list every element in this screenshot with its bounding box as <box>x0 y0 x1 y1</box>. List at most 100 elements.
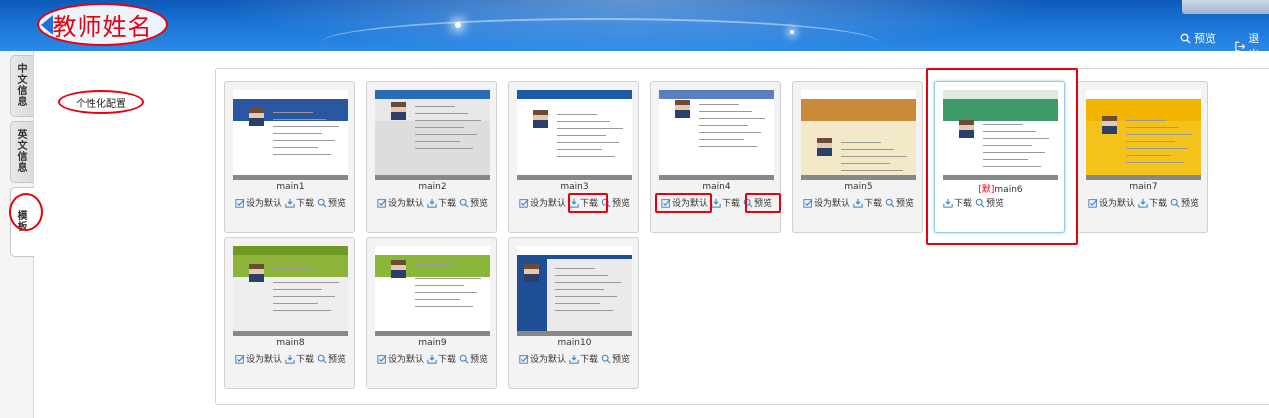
set-default-button[interactable]: 设为默认 <box>661 196 708 209</box>
set-default-button[interactable]: 设为默认 <box>235 196 282 209</box>
download-button[interactable]: 下载 <box>1138 196 1167 209</box>
template-card[interactable]: main10 设为默认 下载 预览 <box>508 237 639 389</box>
preview-button-label: 预览 <box>612 199 631 209</box>
download-button[interactable]: 下载 <box>569 352 598 365</box>
template-name: main7 <box>1078 182 1209 192</box>
page-title: 教师姓名 <box>52 13 153 41</box>
download-button[interactable]: 下载 <box>711 196 740 209</box>
avatar[interactable] <box>1182 0 1269 14</box>
preview-button[interactable]: 预览 <box>601 352 630 365</box>
template-thumbnail[interactable] <box>233 90 348 180</box>
template-thumbnail[interactable] <box>375 246 490 336</box>
template-card[interactable]: main9 设为默认 下载 预览 <box>366 237 497 389</box>
template-name: main9 <box>367 338 498 348</box>
template-thumbnail[interactable] <box>943 90 1058 180</box>
download-button[interactable]: 下载 <box>427 196 456 209</box>
tab-chinese-info[interactable]: 中文信息 <box>10 55 34 117</box>
download-icon <box>427 198 437 208</box>
preview-button-label: 预览 <box>470 355 489 365</box>
template-name: main3 <box>509 182 640 192</box>
template-name-label: main8 <box>276 338 305 348</box>
download-button-label: 下载 <box>721 199 740 209</box>
template-thumbnail[interactable] <box>1086 90 1201 180</box>
set-default-button[interactable]: 设为默认 <box>1088 196 1135 209</box>
set-default-button-label: 设为默认 <box>529 355 566 365</box>
preview-button[interactable]: 预览 <box>317 352 346 365</box>
download-button-label: 下载 <box>437 355 456 365</box>
template-actions: 设为默认 下载 预览 <box>225 352 356 365</box>
download-button[interactable]: 下载 <box>285 352 314 365</box>
template-name-label: main5 <box>844 182 873 192</box>
checkbox-icon <box>235 198 245 208</box>
set-default-button[interactable]: 设为默认 <box>519 352 566 365</box>
template-card[interactable]: [默]main6 下载 预览 <box>934 81 1065 233</box>
set-default-button[interactable]: 设为默认 <box>519 196 566 209</box>
download-button[interactable]: 下载 <box>943 196 972 209</box>
download-icon <box>569 354 579 364</box>
template-thumbnail[interactable] <box>375 90 490 180</box>
logout-link[interactable]: 退出 <box>1235 30 1269 51</box>
download-icon <box>569 198 579 208</box>
download-button[interactable]: 下载 <box>853 196 882 209</box>
template-actions: 设为默认 下载 预览 <box>509 352 640 365</box>
personalize-config-label: 个性化配置 <box>76 98 126 110</box>
download-button[interactable]: 下载 <box>285 196 314 209</box>
preview-button[interactable]: 预览 <box>885 196 914 209</box>
set-default-button[interactable]: 设为默认 <box>803 196 850 209</box>
set-default-button-label: 设为默认 <box>245 199 282 209</box>
top-header: 教师姓名 预览 退出 <box>0 0 1269 51</box>
template-actions: 设为默认 下载 预览 <box>509 196 640 209</box>
template-thumbnail[interactable] <box>801 90 916 180</box>
download-button[interactable]: 下载 <box>427 352 456 365</box>
template-card[interactable]: main3 设为默认 下载 预览 <box>508 81 639 233</box>
set-default-button-label: 设为默认 <box>813 199 850 209</box>
template-name-label: main10 <box>557 338 592 348</box>
template-name: main2 <box>367 182 498 192</box>
preview-button[interactable]: 预览 <box>459 352 488 365</box>
template-name-label: main2 <box>418 182 447 192</box>
teacher-name-title: 教师姓名 <box>37 3 168 46</box>
preview-button[interactable]: 预览 <box>975 196 1004 209</box>
tab-english-info[interactable]: 英文信息 <box>10 121 34 183</box>
preview-button[interactable]: 预览 <box>317 196 346 209</box>
template-thumbnail[interactable] <box>233 246 348 336</box>
download-icon <box>285 354 295 364</box>
template-thumbnail[interactable] <box>517 246 632 336</box>
template-thumbnail[interactable] <box>659 90 774 180</box>
download-button-label: 下载 <box>863 199 882 209</box>
template-card[interactable]: main1 设为默认 下载 预览 <box>224 81 355 233</box>
download-button[interactable]: 下载 <box>569 196 598 209</box>
tab-chinese-info-label: 中文信息 <box>17 64 28 108</box>
preview-button[interactable]: 预览 <box>459 196 488 209</box>
template-name: main5 <box>793 182 924 192</box>
search-icon <box>601 198 611 208</box>
set-default-button[interactable]: 设为默认 <box>377 196 424 209</box>
tab-template[interactable]: 模板 <box>10 187 34 257</box>
search-icon <box>459 198 469 208</box>
template-card[interactable]: main4 设为默认 下载 预览 <box>650 81 781 233</box>
set-default-button[interactable]: 设为默认 <box>235 352 282 365</box>
personalize-config-menu[interactable]: 个性化配置 <box>58 90 144 114</box>
search-icon <box>885 198 895 208</box>
header-preview-link[interactable]: 预览 <box>1180 30 1216 46</box>
preview-button-label: 预览 <box>1181 199 1200 209</box>
search-icon <box>1170 198 1180 208</box>
preview-button[interactable]: 预览 <box>743 196 772 209</box>
template-card[interactable]: main8 设为默认 下载 预览 <box>224 237 355 389</box>
download-icon <box>711 198 721 208</box>
checkbox-icon <box>519 198 529 208</box>
checkbox-icon <box>661 198 671 208</box>
template-actions: 设为默认 下载 预览 <box>793 196 924 209</box>
template-card[interactable]: main5 设为默认 下载 预览 <box>792 81 923 233</box>
search-icon <box>317 354 327 364</box>
search-icon <box>317 198 327 208</box>
template-thumbnail[interactable] <box>517 90 632 180</box>
preview-button-label: 预览 <box>328 355 347 365</box>
template-name: main10 <box>509 338 640 348</box>
template-card[interactable]: main2 设为默认 下载 预览 <box>366 81 497 233</box>
preview-button[interactable]: 预览 <box>601 196 630 209</box>
template-card[interactable]: main7 设为默认 下载 预览 <box>1077 81 1208 233</box>
set-default-button[interactable]: 设为默认 <box>377 352 424 365</box>
preview-button[interactable]: 预览 <box>1170 196 1199 209</box>
download-icon <box>1138 198 1148 208</box>
